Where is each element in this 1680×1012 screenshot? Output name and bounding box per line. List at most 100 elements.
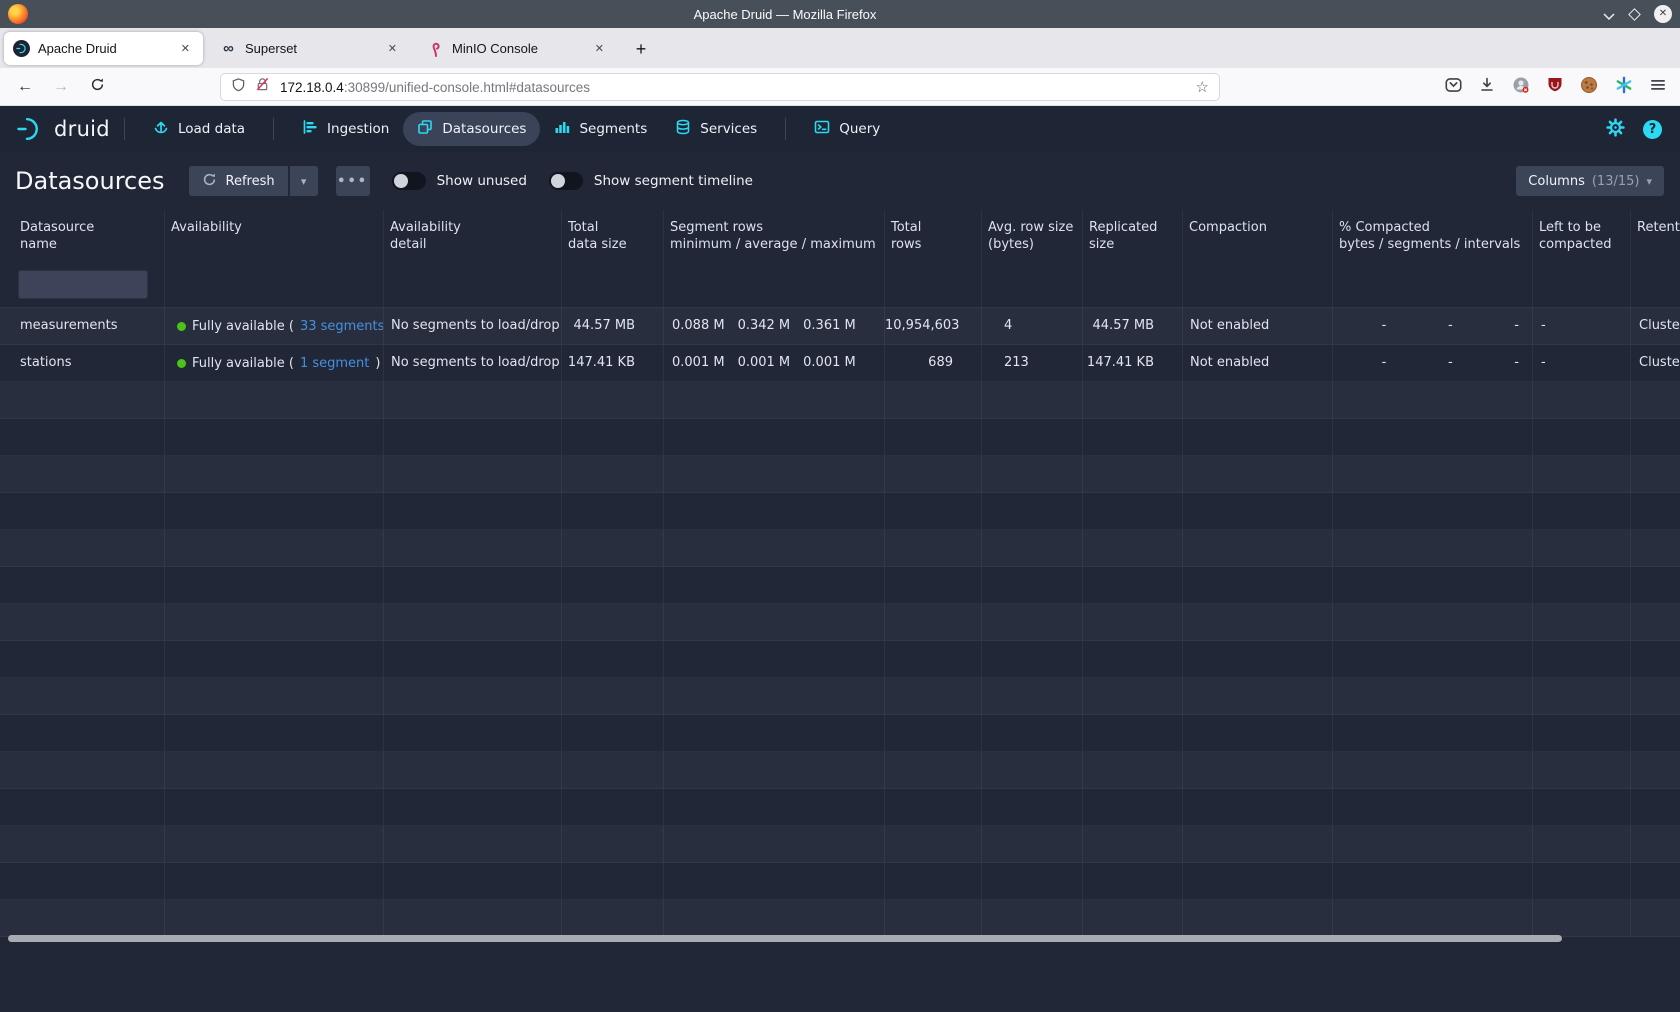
cell-avg_row_size [982, 826, 1083, 862]
column-header-total[interactable]: Totaldata size [562, 210, 664, 262]
value: 0.001 M [672, 345, 725, 381]
nav-item-label: Datasources [442, 121, 526, 137]
datasources-icon [417, 119, 433, 139]
window-title: Apache Druid — Mozilla Firefox [0, 7, 1570, 22]
cell-segment_rows [664, 641, 885, 677]
table-row[interactable]: measurementsFully available (33 segments… [0, 308, 1680, 345]
downloads-icon[interactable] [1479, 77, 1495, 98]
column-header-avg-row-size[interactable]: Avg. row size(bytes) [982, 210, 1083, 262]
proxy-extension-icon[interactable] [1512, 76, 1530, 99]
column-header-retention[interactable]: Retention [1631, 210, 1680, 262]
header-line1: % Compacted [1339, 219, 1526, 236]
druid-logo[interactable]: druid [14, 116, 110, 142]
refresh-dropdown-button[interactable]: ▾ [290, 166, 318, 196]
colorful-extension-icon[interactable] [1615, 76, 1633, 99]
help-icon[interactable]: ? [1643, 120, 1662, 139]
cell-replicated_size: 44.57 MB [1083, 308, 1183, 344]
column-header-left-to-be[interactable]: Left to becompacted [1533, 210, 1631, 262]
column-header-compaction[interactable]: Compaction [1183, 210, 1333, 262]
nav-item-label: Ingestion [327, 121, 389, 137]
cell-total_data_size [562, 715, 664, 751]
availability-dot [177, 359, 186, 368]
table-row-empty [0, 789, 1680, 826]
datasource-filter-input[interactable] [18, 270, 148, 299]
header-line1: Avg. row size [988, 219, 1076, 236]
column-header-availability[interactable]: Availability [165, 210, 384, 262]
cell-total_data_size [562, 789, 664, 825]
cell-avg_row_size: 4 [982, 308, 1083, 344]
tab-minio-console[interactable]: MinIO Console ✕ [418, 32, 617, 65]
ublock-origin-icon[interactable] [1547, 76, 1563, 98]
cell-total_data_size [562, 604, 664, 640]
tab-close-icon[interactable]: ✕ [384, 40, 401, 57]
nav-item-query[interactable]: Query [800, 112, 894, 146]
nav-item-datasources[interactable]: Datasources [403, 112, 540, 146]
back-icon[interactable]: ← [10, 78, 40, 96]
page-title: Datasources [15, 167, 165, 195]
reload-icon[interactable] [82, 77, 112, 97]
refresh-button[interactable]: Refresh [189, 166, 288, 196]
segments-link[interactable]: 1 segment [300, 356, 369, 371]
window-close-icon[interactable]: ✕ [1654, 5, 1672, 23]
show-segment-timeline-toggle[interactable] [549, 172, 583, 190]
bookmark-star-icon[interactable]: ☆ [1196, 78, 1209, 96]
new-tab-button[interactable]: + [627, 35, 655, 63]
tab-close-icon[interactable]: ✕ [177, 40, 194, 57]
cell-availability [165, 493, 384, 529]
column-header-availability[interactable]: Availabilitydetail [384, 210, 562, 262]
more-actions-button[interactable]: ••• [336, 166, 370, 196]
table-row[interactable]: stationsFully available (1 segment)No se… [0, 345, 1680, 382]
cell-name [0, 789, 165, 825]
pocket-icon[interactable] [1445, 77, 1462, 98]
cell-pct_compacted [1333, 641, 1533, 677]
cell-total_rows [885, 419, 982, 455]
cell-availability [165, 419, 384, 455]
cell-replicated_size [1083, 493, 1183, 529]
filter-cell [1183, 262, 1333, 307]
cell-avg_row_size [982, 419, 1083, 455]
header-line1: Left to be [1539, 219, 1624, 236]
horizontal-scrollbar[interactable] [8, 935, 1562, 942]
cell-segment_rows [664, 604, 885, 640]
window-maximize-icon[interactable] [1628, 8, 1641, 21]
segments-link[interactable]: 33 segments [300, 319, 384, 334]
filter-cell [982, 262, 1083, 307]
filter-cell [384, 262, 562, 307]
tab-close-icon[interactable]: ✕ [591, 40, 608, 57]
cell-left_to_be_compacted [1533, 715, 1631, 751]
column-header-datasource[interactable]: Datasourcename [0, 210, 165, 262]
settings-gear-icon[interactable] [1606, 118, 1625, 141]
url-bar[interactable]: 172.18.0.4:30899/unified-console.html#da… [220, 73, 1220, 101]
page-header: Datasources Refresh ▾ ••• Show unused Sh… [0, 152, 1680, 210]
column-header--compacted[interactable]: % Compactedbytes / segments / intervals [1333, 210, 1533, 262]
cell-compaction [1183, 641, 1333, 677]
menu-hamburger-icon[interactable] [1650, 78, 1666, 97]
column-header-replicated[interactable]: Replicatedsize [1083, 210, 1183, 262]
cell-total_rows [885, 456, 982, 492]
show-unused-toggle[interactable] [392, 172, 426, 190]
tab-apache-druid[interactable]: Apache Druid ✕ [4, 32, 203, 65]
cell-availability_detail: No segments to load/drop [384, 308, 562, 344]
filter-cell [1083, 262, 1183, 307]
columns-button[interactable]: Columns (13/15) ▾ [1516, 166, 1664, 196]
cell-availability_detail [384, 456, 562, 492]
cell-avg_row_size [982, 604, 1083, 640]
cookie-extension-icon[interactable] [1580, 76, 1598, 99]
nav-item-services[interactable]: Services [661, 112, 771, 146]
nav-item-load-data[interactable]: Load data [139, 112, 259, 146]
tracking-shield-icon[interactable] [231, 77, 246, 98]
tab-superset[interactable]: ∞ Superset ✕ [211, 32, 410, 65]
window-minimize-icon[interactable] [1603, 5, 1615, 24]
nav-item-label: Services [700, 121, 757, 137]
cell-compaction [1183, 752, 1333, 788]
filter-cell [1533, 262, 1631, 307]
insecure-lock-icon[interactable] [255, 77, 270, 97]
url-text[interactable]: 172.18.0.4:30899/unified-console.html#da… [280, 80, 1196, 95]
column-header-segment-rows[interactable]: Segment rowsminimum / average / maximum [664, 210, 885, 262]
cell-left_to_be_compacted: - [1533, 308, 1631, 344]
refresh-icon [202, 172, 217, 191]
column-header-total[interactable]: Totalrows [885, 210, 982, 262]
cell-name [0, 604, 165, 640]
nav-item-ingestion[interactable]: Ingestion [288, 112, 403, 146]
nav-item-segments[interactable]: Segments [540, 112, 661, 146]
